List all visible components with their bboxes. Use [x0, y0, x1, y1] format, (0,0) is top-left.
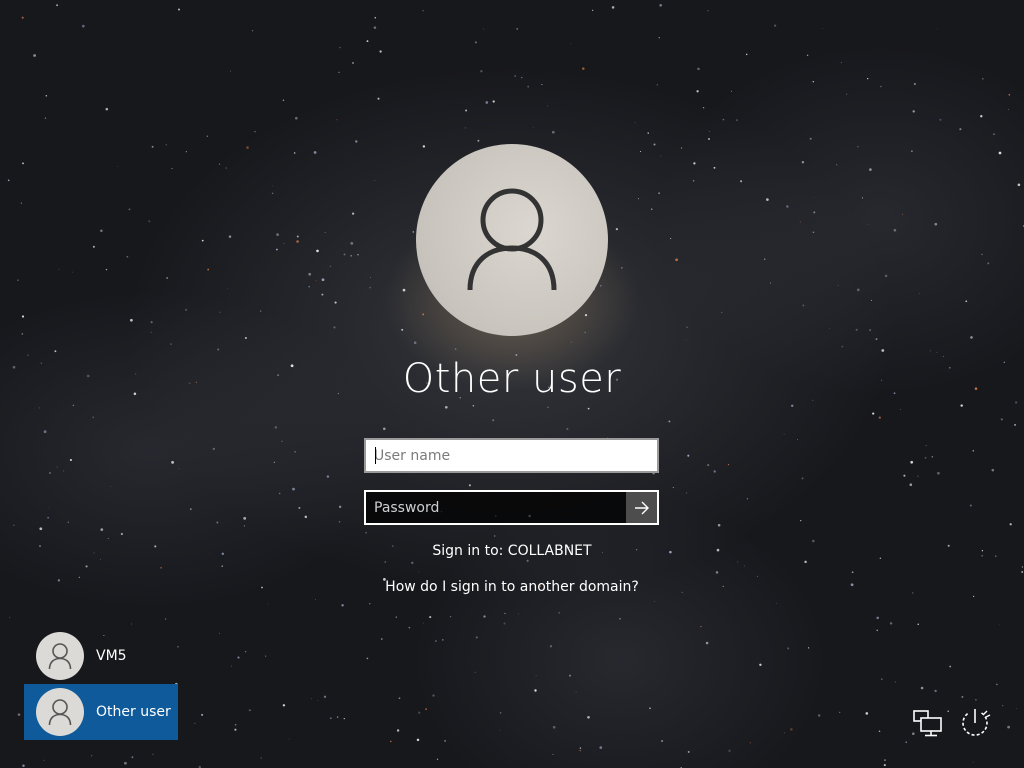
network-icon[interactable] [912, 708, 944, 738]
sign-in-domain-text: Sign in to: COLLABNET [432, 543, 592, 559]
username-field-box[interactable] [364, 438, 659, 473]
tile-label: VM5 [96, 648, 127, 664]
tile-label: Other user [96, 704, 171, 720]
password-input[interactable] [366, 492, 625, 523]
tile-avatar [36, 688, 84, 736]
user-silhouette-icon [48, 642, 72, 669]
submit-button[interactable] [626, 492, 657, 523]
user-tile-other-user[interactable]: Other user [24, 684, 178, 740]
user-name-title: Other user [402, 356, 622, 402]
other-domain-help-link[interactable]: How do I sign in to another domain? [312, 579, 712, 595]
user-silhouette-icon [48, 698, 72, 725]
user-avatar-large [416, 144, 608, 336]
user-silhouette-icon [467, 188, 557, 291]
password-field-box[interactable] [364, 490, 659, 525]
tile-avatar [36, 632, 84, 680]
text-caret [375, 447, 376, 464]
arrow-right-icon [634, 501, 649, 514]
user-tile-vm5[interactable]: VM5 [24, 628, 178, 684]
power-icon[interactable] [958, 706, 992, 740]
username-input[interactable] [366, 440, 657, 471]
